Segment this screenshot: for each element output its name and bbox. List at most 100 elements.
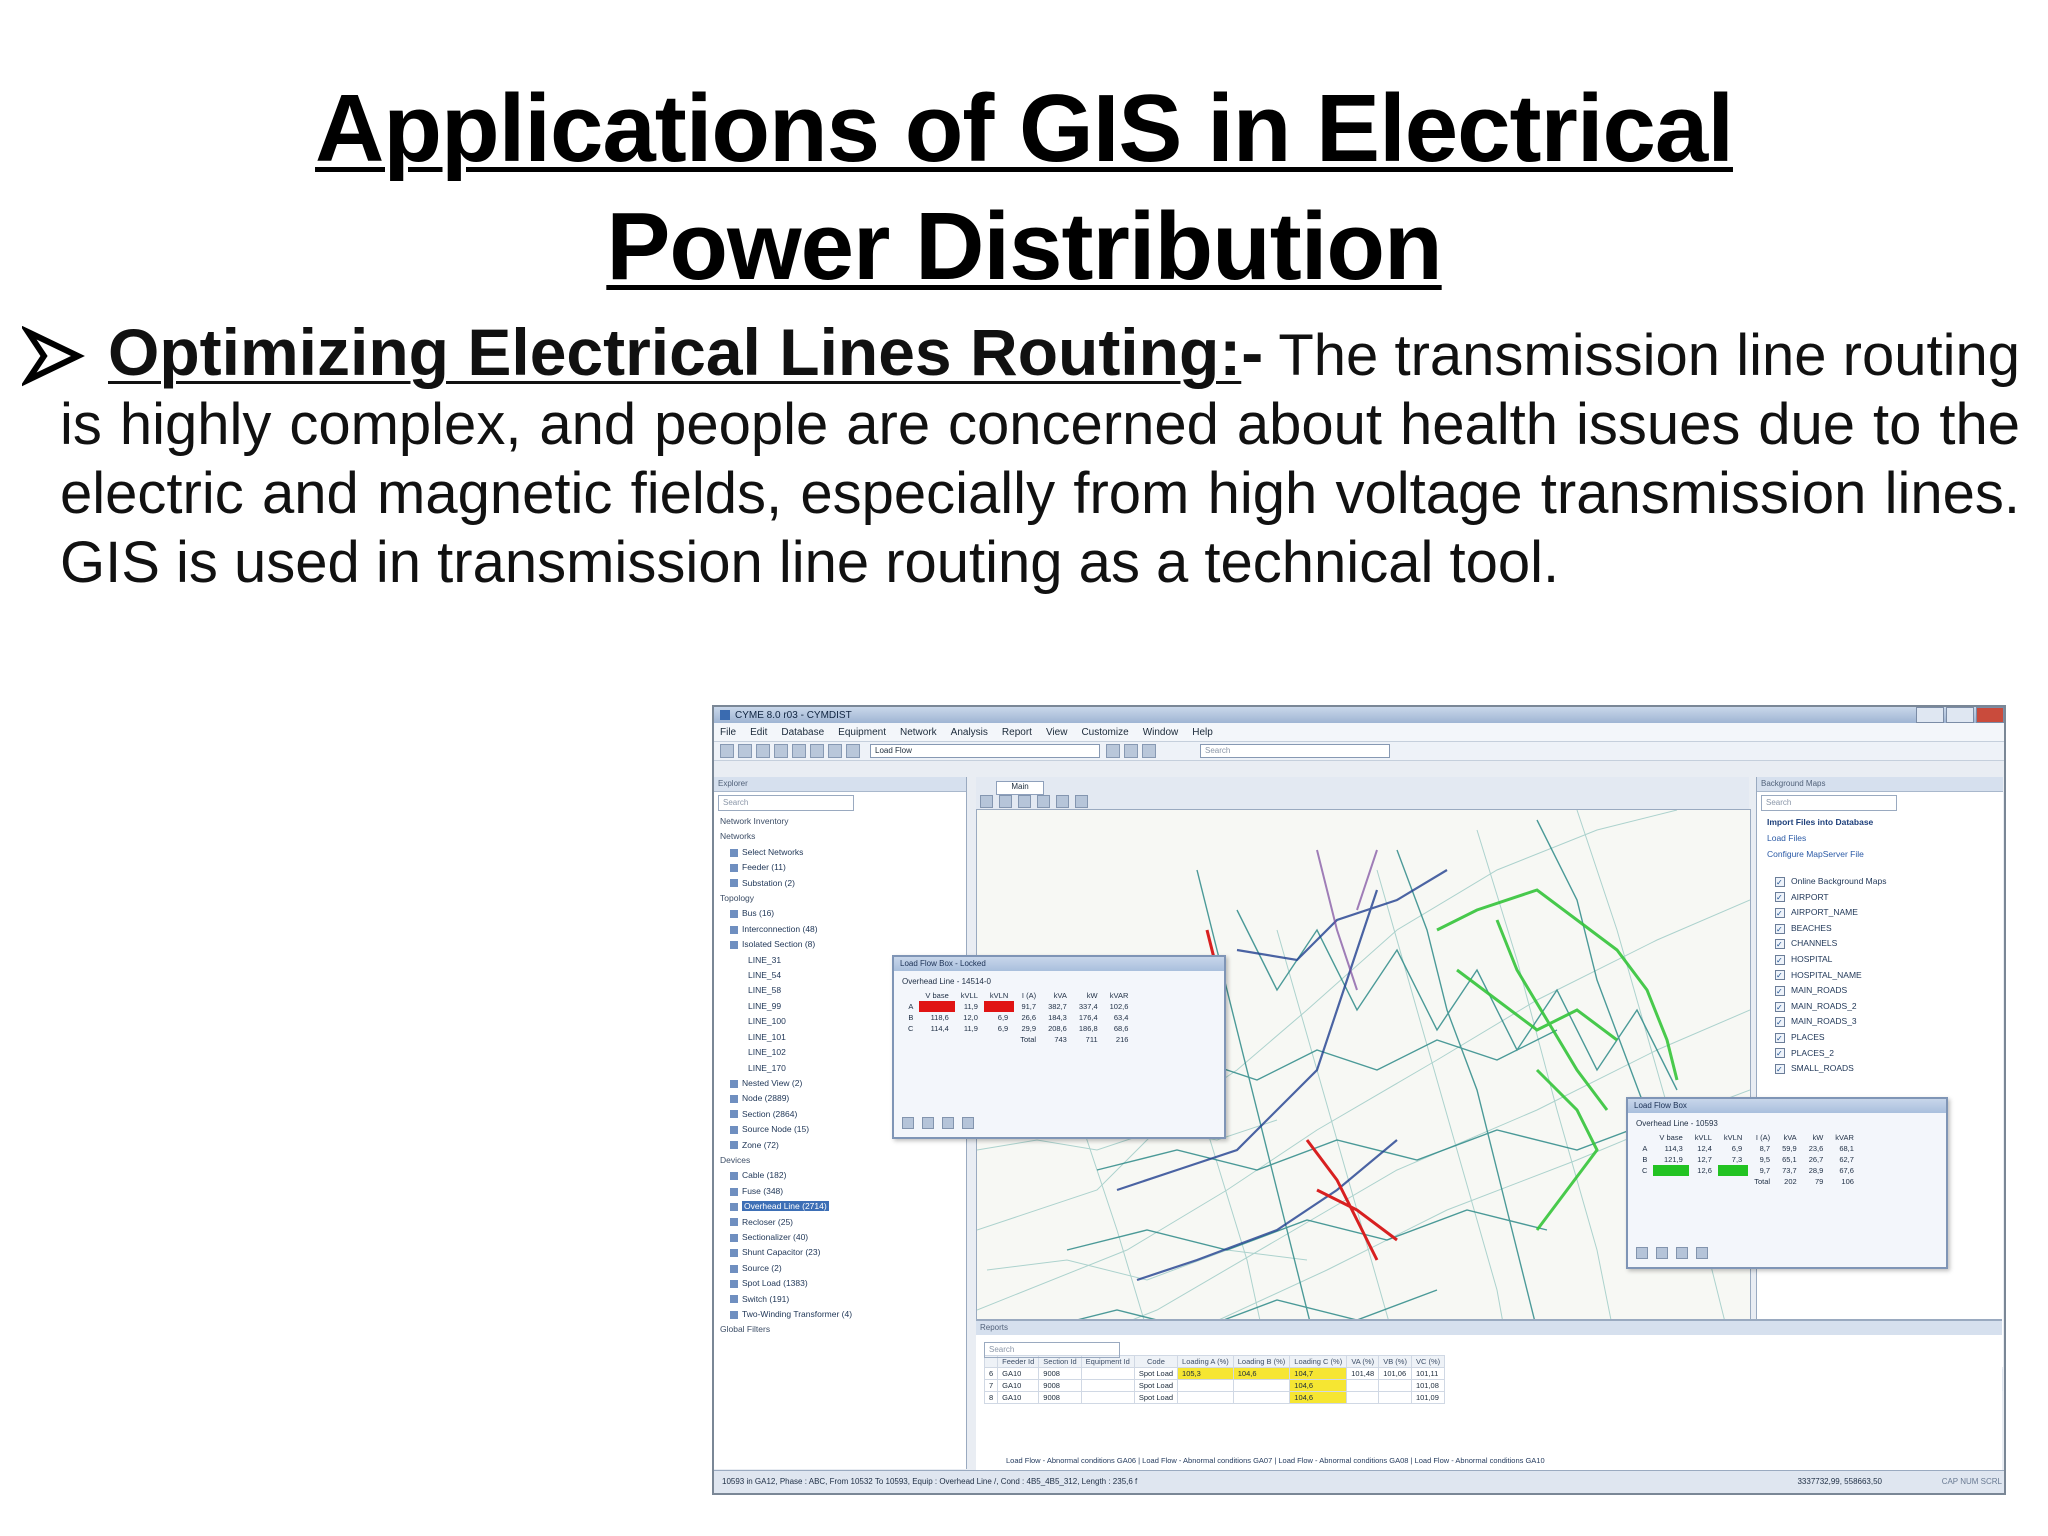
layer-item[interactable]: HOSPITAL bbox=[1757, 952, 2003, 968]
tree-item[interactable]: Feeder (11) bbox=[718, 860, 966, 875]
pan-icon[interactable] bbox=[999, 795, 1012, 808]
layer-item[interactable]: BEACHES bbox=[1757, 921, 2003, 937]
tab-main[interactable]: Main bbox=[996, 781, 1044, 795]
configure-mapserver-link[interactable]: Configure MapServer File bbox=[1757, 846, 2003, 862]
toolbar-search-input[interactable]: Search bbox=[1200, 744, 1390, 758]
checkbox-icon[interactable] bbox=[1775, 1062, 1785, 1077]
print-icon[interactable] bbox=[828, 744, 842, 758]
menu-file[interactable]: File bbox=[720, 727, 736, 738]
tree-item[interactable]: Devices bbox=[718, 1153, 966, 1168]
checkbox-icon[interactable] bbox=[1775, 937, 1785, 953]
refresh-icon[interactable] bbox=[922, 1117, 934, 1129]
load-flow-box[interactable]: Load Flow Box Overhead Line - 10593 V ba… bbox=[1626, 1097, 1948, 1269]
properties-icon[interactable] bbox=[1075, 795, 1088, 808]
menu-edit[interactable]: Edit bbox=[750, 727, 767, 738]
layer-item[interactable]: AIRPORT bbox=[1757, 890, 2003, 906]
tree-item[interactable]: Two-Winding Transformer (4) bbox=[718, 1307, 966, 1322]
reports-tabs[interactable]: Load Flow - Abnormal conditions GA06 | L… bbox=[976, 1456, 1545, 1465]
tree-item[interactable]: Bus (16) bbox=[718, 906, 966, 921]
report-header-cell[interactable]: Loading C (%) bbox=[1289, 1355, 1348, 1368]
checkbox-icon[interactable] bbox=[1775, 953, 1785, 968]
layer-item[interactable]: MAIN_ROADS_2 bbox=[1757, 999, 2003, 1015]
checkbox-icon[interactable] bbox=[1775, 984, 1785, 1000]
tree-item[interactable]: Switch (191) bbox=[718, 1292, 966, 1307]
layer-item[interactable]: SMALL_ROADS bbox=[1757, 1061, 2003, 1077]
checkbox-icon[interactable] bbox=[1775, 875, 1785, 890]
zoom-out-icon[interactable] bbox=[1037, 795, 1050, 808]
layer-item[interactable]: MAIN_ROADS bbox=[1757, 983, 2003, 1000]
checkbox-icon[interactable] bbox=[1775, 1031, 1785, 1046]
grid-icon[interactable] bbox=[738, 744, 752, 758]
menu-database[interactable]: Database bbox=[781, 727, 824, 738]
tree-item[interactable]: Spot Load (1383) bbox=[718, 1276, 966, 1291]
chart-icon[interactable] bbox=[1142, 744, 1156, 758]
menu-view[interactable]: View bbox=[1046, 727, 1068, 738]
tree-item[interactable]: Substation (2) bbox=[718, 876, 966, 891]
table-row[interactable]: 7 GA10 9008 Spot Load 104,6 101,08 bbox=[983, 1379, 1446, 1392]
layer-item[interactable]: PLACES_2 bbox=[1757, 1046, 2003, 1062]
checkbox-icon[interactable] bbox=[1775, 1000, 1785, 1015]
layer-item[interactable]: MAIN_ROADS_3 bbox=[1757, 1014, 2003, 1031]
new-icon[interactable] bbox=[720, 744, 734, 758]
run-icon[interactable] bbox=[1106, 744, 1120, 758]
tree-item[interactable]: Fuse (348) bbox=[718, 1184, 966, 1199]
tree-item[interactable]: Recloser (25) bbox=[718, 1215, 966, 1230]
open-icon[interactable] bbox=[756, 744, 770, 758]
background-maps-search-input[interactable]: Search bbox=[1761, 795, 1897, 811]
tree-item[interactable]: Networks bbox=[718, 829, 966, 844]
tree-item[interactable]: Global Filters bbox=[718, 1322, 966, 1337]
checkbox-icon[interactable] bbox=[1775, 1046, 1785, 1062]
layer-item[interactable]: CHANNELS bbox=[1757, 936, 2003, 953]
pin-icon[interactable] bbox=[902, 1117, 914, 1129]
maximize-button[interactable] bbox=[1946, 707, 1974, 723]
report-header-cell[interactable]: Code bbox=[1133, 1355, 1179, 1368]
import-files-link[interactable]: Import Files into Database bbox=[1757, 814, 2003, 830]
menu-analysis[interactable]: Analysis bbox=[951, 727, 988, 738]
zoom-in-icon[interactable] bbox=[1018, 795, 1031, 808]
report-header-cell[interactable]: VC (%) bbox=[1410, 1355, 1446, 1368]
tree-item[interactable]: Sectionalizer (40) bbox=[718, 1230, 966, 1245]
report-header-cell[interactable]: Loading B (%) bbox=[1232, 1355, 1291, 1368]
checkbox-icon[interactable] bbox=[1775, 1015, 1785, 1031]
layer-item[interactable]: AIRPORT_NAME bbox=[1757, 905, 2003, 922]
select-icon[interactable] bbox=[980, 795, 993, 808]
copy-icon[interactable] bbox=[1696, 1247, 1708, 1259]
menu-customize[interactable]: Customize bbox=[1081, 727, 1128, 738]
redo-icon[interactable] bbox=[810, 744, 824, 758]
explorer-search-input[interactable]: Search bbox=[718, 795, 854, 811]
tree-item[interactable]: Network Inventory bbox=[718, 814, 966, 829]
close-button[interactable] bbox=[1976, 707, 2004, 723]
settings-icon[interactable] bbox=[1124, 744, 1138, 758]
menu-network[interactable]: Network bbox=[900, 727, 937, 738]
layer-item[interactable]: PLACES bbox=[1757, 1030, 2003, 1046]
tree-item[interactable]: Isolated Section (8) bbox=[718, 937, 966, 952]
copy-icon[interactable] bbox=[962, 1117, 974, 1129]
menu-help[interactable]: Help bbox=[1192, 727, 1213, 738]
report-header-cell[interactable]: VB (%) bbox=[1378, 1355, 1412, 1368]
menu-window[interactable]: Window bbox=[1143, 727, 1179, 738]
minimize-button[interactable] bbox=[1916, 707, 1944, 723]
layer-item[interactable]: HOSPITAL_NAME bbox=[1757, 968, 2003, 984]
menu-report[interactable]: Report bbox=[1002, 727, 1032, 738]
layers-icon[interactable] bbox=[1056, 795, 1069, 808]
tree-item[interactable]: Overhead Line (2714) bbox=[718, 1199, 966, 1214]
export-icon[interactable] bbox=[1676, 1247, 1688, 1259]
menu-equipment[interactable]: Equipment bbox=[838, 727, 886, 738]
table-row[interactable]: 6 GA10 9008 Spot Load 105,3 104,6 104,7 101,48 1… bbox=[983, 1367, 1446, 1380]
checkbox-icon[interactable] bbox=[1775, 906, 1785, 922]
save-icon[interactable] bbox=[774, 744, 788, 758]
analysis-select[interactable]: Load Flow bbox=[870, 744, 1100, 758]
tree-item[interactable]: Interconnection (48) bbox=[718, 922, 966, 937]
reports-search-input[interactable]: Search bbox=[984, 1342, 1120, 1358]
refresh-icon[interactable] bbox=[1656, 1247, 1668, 1259]
tree-item[interactable]: Cable (182) bbox=[718, 1168, 966, 1183]
export-icon[interactable] bbox=[942, 1117, 954, 1129]
table-row[interactable]: 8 GA10 9008 Spot Load 104,6 101,09 bbox=[983, 1391, 1446, 1404]
load-files-link[interactable]: Load Files bbox=[1757, 830, 2003, 846]
tree-item[interactable]: Topology bbox=[718, 891, 966, 906]
report-header-cell[interactable]: Loading A (%) bbox=[1177, 1355, 1234, 1368]
layer-item[interactable]: Online Background Maps bbox=[1757, 874, 2003, 890]
tree-item[interactable]: Select Networks bbox=[718, 845, 966, 860]
tree-item[interactable]: Zone (72) bbox=[718, 1138, 966, 1153]
checkbox-icon[interactable] bbox=[1775, 922, 1785, 937]
